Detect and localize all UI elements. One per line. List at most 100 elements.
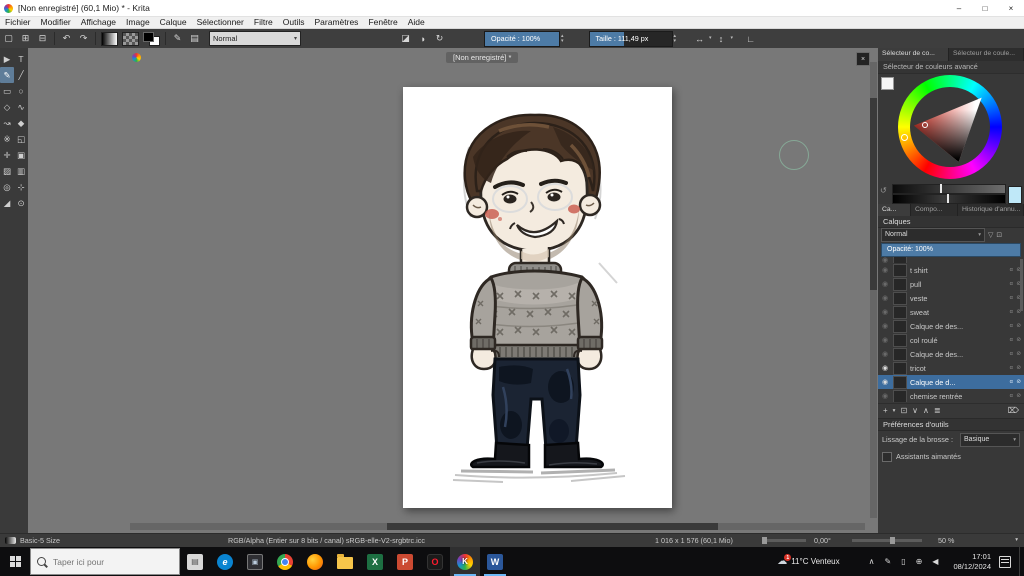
- reload-preset-icon[interactable]: ↻: [431, 31, 448, 46]
- menu-modifier[interactable]: Modifier: [36, 17, 76, 28]
- tool-move[interactable]: ✛: [0, 147, 14, 163]
- smoothing-select[interactable]: Basique ▾: [960, 433, 1020, 447]
- layer-alpha-icon[interactable]: α ⊘: [1010, 323, 1022, 329]
- tool-dynamic-brush[interactable]: ◆: [14, 115, 28, 131]
- mirror-horizontal-icon[interactable]: ↔: [691, 31, 708, 46]
- vertical-scrollbar[interactable]: [870, 62, 877, 518]
- layer-opacity-slider[interactable]: Opacité: 100%: [881, 243, 1021, 257]
- tool-pattern[interactable]: ▥: [14, 163, 28, 179]
- layer-row[interactable]: ◉ tricot α ⊘: [878, 361, 1024, 375]
- tool-fill[interactable]: ◢: [0, 195, 14, 211]
- layer-properties-button[interactable]: ≣: [934, 406, 941, 415]
- open-document-icon[interactable]: ⊞: [17, 31, 34, 46]
- visibility-icon[interactable]: ◉: [880, 322, 890, 330]
- layer-options-icon[interactable]: ⊡: [996, 231, 1002, 239]
- close-button[interactable]: ×: [998, 0, 1024, 16]
- canvas-viewport[interactable]: [Non enregistré] * ×: [28, 48, 878, 534]
- visibility-icon[interactable]: ◉: [880, 280, 890, 288]
- notification-center-icon[interactable]: [999, 556, 1011, 568]
- document-tab[interactable]: [Non enregistré] *: [446, 52, 518, 63]
- undo-icon[interactable]: ↶: [58, 31, 75, 46]
- colorspace-info[interactable]: RGB/Alpha (Entier sur 8 bits / canal) sR…: [228, 534, 425, 547]
- tab-compositions[interactable]: Compo...: [911, 204, 958, 216]
- weather-widget[interactable]: ☁ 1 11°C Venteux: [777, 556, 839, 567]
- preserve-alpha-icon[interactable]: ◑: [414, 31, 431, 46]
- taskbar-app-krita[interactable]: K: [450, 547, 480, 576]
- taskbar-app-powerpoint[interactable]: P: [390, 547, 420, 576]
- taskbar-app-firefox[interactable]: [300, 547, 330, 576]
- menu-image[interactable]: Image: [121, 17, 155, 28]
- tab-color-selector[interactable]: Sélecteur de co...: [878, 48, 949, 61]
- menu-filtre[interactable]: Filtre: [249, 17, 278, 28]
- tool-color-sampler[interactable]: ◎: [0, 179, 14, 195]
- current-color-swatch[interactable]: [881, 77, 894, 90]
- rotation-knob[interactable]: [762, 537, 767, 544]
- tool-crop[interactable]: ▣: [14, 147, 28, 163]
- visibility-icon[interactable]: ◉: [880, 336, 890, 344]
- menu-parametres[interactable]: Paramètres: [310, 17, 364, 28]
- vertical-scroll-thumb[interactable]: [870, 98, 877, 290]
- search-input[interactable]: [51, 556, 173, 568]
- tool-transform[interactable]: ◱: [14, 131, 28, 147]
- color-history-undo-icon[interactable]: ↺: [880, 186, 887, 195]
- visibility-icon[interactable]: ◉: [880, 350, 890, 358]
- edit-brush-settings-icon[interactable]: ✎: [169, 31, 186, 46]
- blending-mode-select[interactable]: Normal ▾: [209, 31, 301, 46]
- layer-row[interactable]: ◉ col roulé α ⊘: [878, 333, 1024, 347]
- canvas[interactable]: [403, 87, 672, 508]
- taskbar-app-word[interactable]: W: [480, 547, 510, 576]
- taskbar-app-explorer[interactable]: [330, 547, 360, 576]
- size-spinner[interactable]: ▴▾: [674, 34, 677, 44]
- tool-rectangle[interactable]: ▭: [0, 83, 14, 99]
- brush-preset-name[interactable]: Basic-5 Size: [20, 534, 60, 547]
- zoom-options-icon[interactable]: ▾: [1015, 534, 1018, 547]
- zoom-value[interactable]: 50 %: [938, 534, 954, 547]
- delete-layer-button[interactable]: ⌦: [1008, 406, 1019, 415]
- opacity-spinner[interactable]: ▴▾: [561, 34, 564, 44]
- layer-row-selected[interactable]: ◉ Calque de d... α ⊘: [878, 375, 1024, 389]
- taskbar-app-edge[interactable]: e: [210, 547, 240, 576]
- tab-historique[interactable]: Historique d'annu...: [958, 204, 1024, 216]
- menu-aide[interactable]: Aide: [403, 17, 430, 28]
- tool-polygon[interactable]: ◇: [0, 99, 14, 115]
- eraser-mode-icon[interactable]: ◪: [397, 31, 414, 46]
- zoom-knob[interactable]: [890, 537, 895, 544]
- taskbar-app-opera[interactable]: O: [420, 547, 450, 576]
- mirror-horizontal-options[interactable]: ▾: [709, 36, 712, 41]
- tool-assistants[interactable]: ⊹: [14, 179, 28, 195]
- hue-marker[interactable]: [901, 134, 908, 141]
- brush-presets-icon[interactable]: ▤: [186, 31, 203, 46]
- horizontal-scrollbar[interactable]: [130, 523, 865, 530]
- layer-filter-icon[interactable]: ▽: [988, 231, 993, 239]
- layer-alpha-icon[interactable]: α ⊘: [1010, 379, 1022, 385]
- layer-row[interactable]: ◉ Calque de des... α ⊘: [878, 319, 1024, 333]
- visibility-icon[interactable]: ◉: [880, 294, 890, 302]
- tool-freehand-brush[interactable]: ✎: [0, 67, 14, 83]
- battery-icon[interactable]: ▯: [901, 557, 905, 566]
- taskbar-search[interactable]: [30, 548, 180, 575]
- duplicate-layer-button[interactable]: ⊡: [900, 406, 907, 415]
- layer-blend-mode-select[interactable]: Normal ▾: [881, 228, 985, 242]
- tray-chevron-icon[interactable]: ∧: [869, 557, 875, 566]
- add-layer-options-icon[interactable]: ▾: [893, 408, 896, 414]
- layer-row[interactable]: ◉ veste α ⊘: [878, 291, 1024, 305]
- taskbar-app-chrome[interactable]: [270, 547, 300, 576]
- menu-affichage[interactable]: Affichage: [76, 17, 121, 28]
- maximize-button[interactable]: □: [972, 0, 998, 16]
- layers-scrollbar[interactable]: [1020, 259, 1023, 311]
- wrap-around-icon[interactable]: ∟: [742, 31, 759, 46]
- horizontal-scroll-thumb[interactable]: [387, 523, 718, 530]
- layer-alpha-icon[interactable]: α ⊘: [1010, 393, 1022, 399]
- start-button[interactable]: [0, 547, 30, 576]
- opacity-slider[interactable]: Opacité : 100%: [484, 31, 560, 47]
- layer-row[interactable]: ◉ chemise rentrée α ⊘: [878, 389, 1024, 402]
- tab-close-icon[interactable]: ×: [856, 52, 870, 66]
- mirror-vertical-icon[interactable]: ↕: [713, 31, 730, 46]
- tool-gradient[interactable]: ▨: [0, 163, 14, 179]
- tab-calques[interactable]: Ca...: [878, 204, 911, 216]
- volume-icon[interactable]: ◀: [932, 557, 938, 566]
- previous-color-swatch[interactable]: [1008, 186, 1022, 204]
- menu-fenetre[interactable]: Fenêtre: [363, 17, 402, 28]
- move-layer-down-button[interactable]: ∨: [912, 406, 918, 415]
- layer-row[interactable]: ◉ t shirt α ⊘: [878, 263, 1024, 277]
